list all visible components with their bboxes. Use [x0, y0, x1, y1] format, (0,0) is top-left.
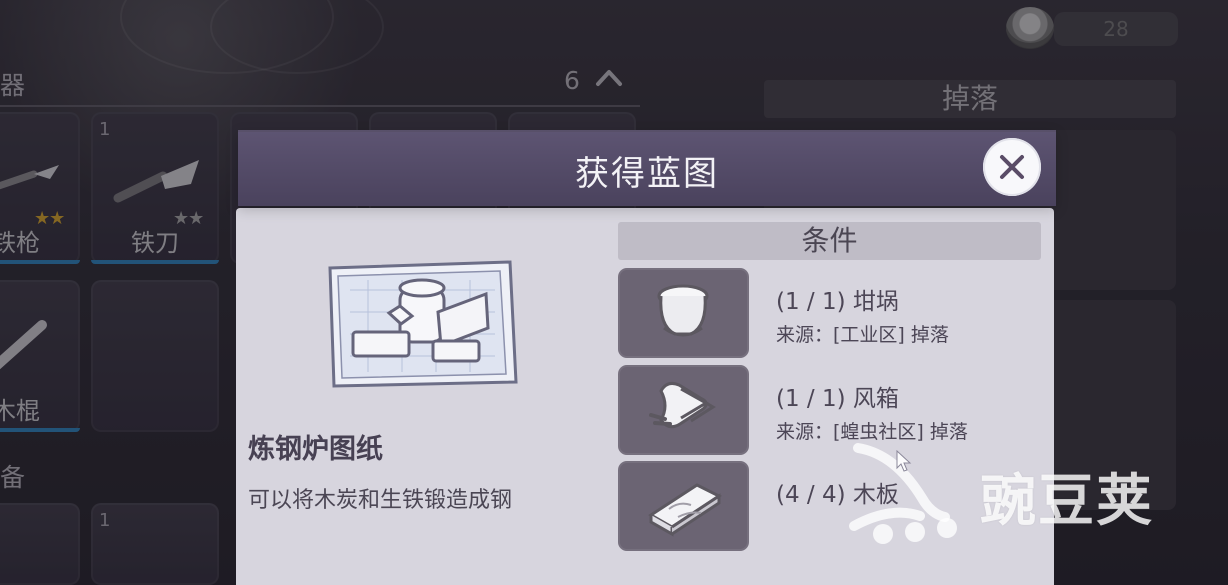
blade-icon	[113, 160, 199, 203]
condition-item-slot	[618, 268, 749, 358]
condition-source: 来源：[蝗虫社区] 掉落	[776, 421, 968, 443]
item-card-partial[interactable]: 1	[91, 503, 219, 585]
item-card-iron-blade[interactable]: 1 ★★ 铁刀	[91, 112, 219, 264]
modal-header: 获得蓝图	[238, 130, 1056, 206]
condition-source: 来源：[工业区] 掉落	[776, 324, 949, 346]
conditions-title: 条件	[618, 222, 1041, 260]
item-label: 铁枪	[0, 229, 40, 257]
condition-row-wood-plank: (4 / 4) 木板	[618, 461, 1041, 551]
chevron-up-icon[interactable]	[594, 63, 624, 93]
crucible-icon	[657, 284, 709, 337]
blueprint-modal: 炼钢炉图纸 可以将木炭和生铁锻造成钢 条件 (1 / 1) 坩埚 来源：[工业区…	[236, 208, 1054, 585]
item-highlight	[91, 260, 219, 264]
weapon-section-header: 器 6	[0, 58, 640, 107]
stick-icon	[0, 320, 47, 370]
bottom-section-title: 备	[0, 463, 26, 492]
item-label: 木棍	[0, 397, 40, 425]
spear-icon	[0, 165, 59, 190]
bellows-icon	[649, 382, 716, 429]
modal-title: 获得蓝图	[575, 154, 719, 194]
item-label: 铁刀	[131, 229, 179, 257]
close-button[interactable]	[983, 138, 1041, 196]
close-icon	[1000, 155, 1024, 179]
item-card-empty[interactable]	[91, 280, 219, 432]
currency-value: 28	[1054, 12, 1178, 46]
wood-plank-icon	[648, 483, 722, 537]
weapon-section-title: 器	[0, 71, 26, 100]
item-card-partial[interactable]	[0, 503, 80, 585]
item-highlight	[0, 260, 80, 264]
currency-display: 28	[1006, 7, 1178, 49]
weapon-count: 6	[564, 66, 580, 95]
condition-row-bellows: (1 / 1) 风箱 来源：[蝗虫社区] 掉落	[618, 365, 1041, 455]
item-number: 1	[99, 119, 111, 140]
condition-item-slot	[618, 365, 749, 455]
game-screen: 28 器 6 ★★ 铁枪 1 ★★ 铁刀 木棍 备 1 掉落 获得蓝图 炼钢炉图…	[0, 0, 1228, 585]
blueprint-illustration	[328, 260, 518, 388]
item-card-spear[interactable]: ★★ 铁枪	[0, 112, 80, 264]
condition-count: (1 / 1) 坩埚	[776, 289, 899, 315]
item-card-wood-stick[interactable]: 木棍	[0, 280, 80, 432]
item-highlight	[0, 428, 80, 432]
coin-icon	[1006, 7, 1054, 49]
condition-row-crucible: (1 / 1) 坩埚 来源：[工业区] 掉落	[618, 268, 1041, 358]
condition-item-slot	[618, 461, 749, 551]
section-divider	[0, 105, 640, 107]
blueprint-name: 炼钢炉图纸	[248, 434, 383, 465]
item-number: 1	[99, 510, 111, 531]
blueprint-description: 可以将木炭和生铁锻造成钢	[248, 488, 513, 513]
condition-count: (4 / 4) 木板	[776, 482, 899, 508]
drops-title: 掉落	[764, 80, 1176, 118]
condition-count: (1 / 1) 风箱	[776, 386, 899, 412]
cursor-icon	[896, 450, 912, 472]
